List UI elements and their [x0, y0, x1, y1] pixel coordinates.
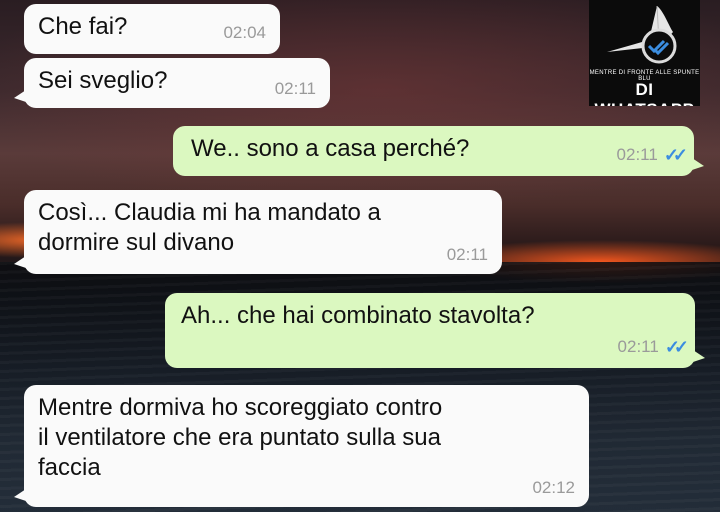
message-meta: 02:04	[223, 18, 266, 48]
read-receipt-icon: ✓✓	[663, 145, 688, 165]
message-bubble-incoming[interactable]: Sei sveglio? 02:11	[14, 58, 330, 108]
message-text: Ah... che hai combinato stavolta?	[181, 302, 535, 329]
message-meta: 02:12	[532, 473, 575, 503]
message-bubble-incoming[interactable]: Mentre dormiva ho scoreggiato contro il …	[14, 385, 589, 507]
message-meta: 02:11	[275, 74, 316, 104]
message-time: 02:12	[532, 478, 575, 497]
message-bubble-outgoing[interactable]: Ah... che hai combinato stavolta? 02:11 …	[165, 293, 705, 368]
message-meta: 02:11 ✓✓	[616, 140, 689, 170]
message-time: 02:04	[223, 23, 266, 42]
double-check-flag-icon	[607, 5, 677, 64]
message-bubble-incoming[interactable]: Che fai? 02:04	[24, 4, 280, 54]
message-meta: 02:11 ✓✓	[617, 332, 690, 362]
message-text: Mentre dormiva ho scoreggiato contro il …	[38, 394, 443, 481]
message-meta: 02:11	[447, 240, 488, 270]
message-time: 02:11	[617, 337, 659, 356]
message-text: Così... Claudia mi ha mandato a dormire …	[38, 199, 381, 256]
message-time: 02:11	[616, 145, 658, 164]
message-time: 02:11	[446, 245, 488, 264]
message-time: 02:11	[274, 79, 316, 98]
watermark-big-text: DI WHATSAPP	[594, 80, 694, 106]
message-text: We.. sono a casa perché?	[191, 135, 470, 162]
read-receipt-icon: ✓✓	[664, 337, 689, 357]
watermark-logo: MENTRE DI FRONTE ALLE SPUNTE BLU DI WHAT…	[589, 0, 700, 106]
message-bubble-incoming[interactable]: Così... Claudia mi ha mandato a dormire …	[14, 190, 502, 274]
message-bubble-outgoing[interactable]: We.. sono a casa perché? 02:11 ✓✓	[173, 126, 704, 176]
